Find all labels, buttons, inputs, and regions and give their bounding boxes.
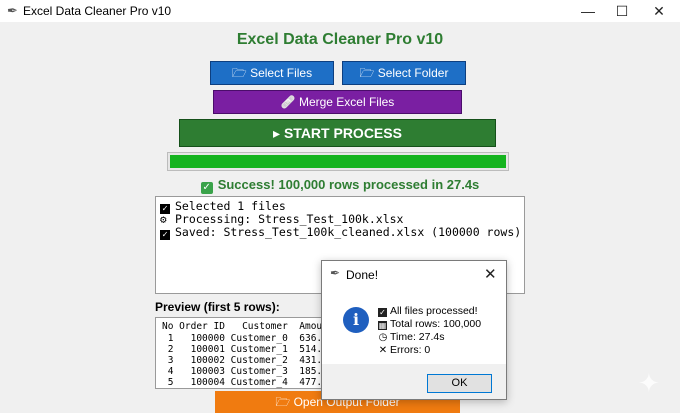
window-title: Excel Data Cleaner Pro v10	[23, 4, 172, 18]
feather-icon: ✒	[330, 266, 341, 280]
feather-icon: ✒	[7, 3, 18, 18]
checkmark-icon: ✓	[160, 230, 170, 240]
info-icon: i	[343, 307, 369, 333]
dialog-title: Done!	[346, 268, 379, 282]
checkmark-icon: ✓	[200, 182, 213, 194]
dialog-line: ✓ All files processed!	[378, 305, 478, 317]
merge-excel-files-button[interactable]: 🩹 Merge Excel Files	[213, 90, 462, 114]
log-line: ⚙ Processing: Stress_Test_100k.xlsx	[160, 212, 404, 226]
table-row: 1 100000 Customer_0 636.32	[162, 333, 332, 344]
dialog-message: ✓ All files processed! ▦ Total rows: 100,0…	[378, 305, 481, 357]
done-dialog: ✒ Done! ✕ i ✓ All files processed! ▦ Total…	[321, 260, 507, 400]
sparkle-icon: ✦	[638, 368, 660, 398]
dialog-line: ✕ Errors: 0	[378, 344, 431, 356]
progress-fill	[170, 155, 506, 168]
table-header: No Order ID Customer Amount	[162, 321, 332, 332]
ok-button[interactable]: OK	[427, 374, 492, 393]
dialog-line: ◷ Time: 27.4s	[378, 331, 445, 343]
cross-icon: ✕	[378, 345, 388, 356]
select-folder-button[interactable]: 🗁 Select Folder	[342, 61, 466, 85]
select-files-button[interactable]: 🗁 Select Files	[210, 61, 334, 85]
table-row: 5 100004 Customer_4 477.51	[162, 377, 332, 388]
start-process-button[interactable]: ▸ START PROCESS	[179, 119, 496, 147]
dialog-body: i ✓ All files processed! ▦ Total rows: 100…	[322, 287, 506, 364]
table-row: 4 100003 Customer_3 185.15	[162, 366, 332, 377]
table-icon: ▦	[378, 321, 387, 330]
status-text: Success! 100,000 rows processed in 27.4s	[217, 177, 480, 192]
close-icon[interactable]: ✕	[484, 265, 497, 283]
preview-label: Preview (first 5 rows):	[155, 300, 280, 314]
checkmark-icon: ✓	[378, 308, 387, 317]
close-window-button[interactable]: ✕	[636, 0, 680, 22]
dialog-line: ▦ Total rows: 100,000	[378, 318, 482, 330]
clock-icon: ◷	[378, 332, 388, 343]
preview-table[interactable]: No Order ID Customer Amount 1 100000 Cus…	[155, 317, 332, 389]
table-row: 3 100002 Customer_2 431.98	[162, 355, 332, 366]
app-heading: Excel Data Cleaner Pro v10	[236, 31, 444, 48]
status-message: ✓ Success! 100,000 rows processed in 27.4…	[0, 177, 680, 194]
log-line: ✓ Saved: Stress_Test_100k_cleaned.xlsx (1…	[160, 225, 521, 240]
progress-bar	[167, 152, 509, 171]
table-row: 2 100001 Customer_1 514.47	[162, 344, 332, 355]
dialog-footer: OK	[322, 364, 506, 399]
